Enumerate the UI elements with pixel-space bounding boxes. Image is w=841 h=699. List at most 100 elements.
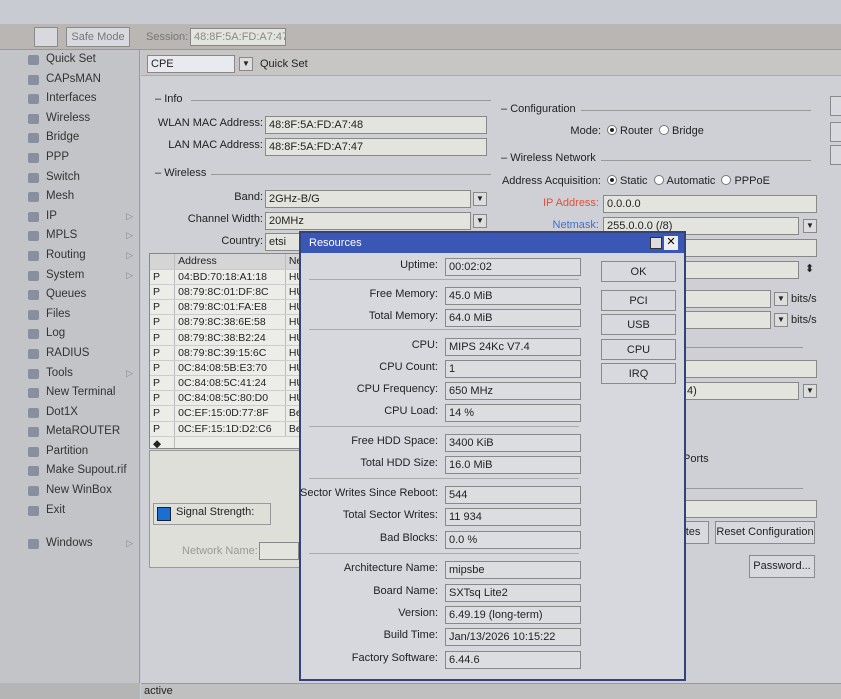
side-button-3[interactable] [830,145,841,165]
table-row[interactable]: P 0C:EF:15:1D:D2:C6 Be [150,421,308,437]
sidebar-item-bridge[interactable]: Bridge [0,128,139,148]
close-icon[interactable]: ✕ [664,236,678,250]
undo-button[interactable] [34,27,58,47]
resources-titlebar[interactable]: Resources ✕ [301,233,684,253]
table-row[interactable]: P 08:79:8C:39:15:6C HU [150,345,308,361]
sidebar-item-switch[interactable]: Switch [0,168,139,188]
sidebar-item-mesh[interactable]: Mesh [0,187,139,207]
sidebar-item-new-terminal[interactable]: New Terminal [0,383,139,403]
lan-mac-field[interactable]: 48:8F:5A:FD:A7:47 [265,138,487,156]
sidebar-item-routing[interactable]: Routing ▷ [0,246,139,266]
table-row[interactable]: P 0C:84:08:5C:80:D0 HU [150,390,308,407]
sidebar-item-quick-set[interactable]: Quick Set [0,50,139,70]
sidebar-item-tools[interactable]: Tools ▷ [0,364,139,384]
table-row[interactable]: P 0C:EF:15:0D:77:8F Be [150,405,308,422]
band-select[interactable]: 2GHz-B/G [265,190,471,208]
resource-value[interactable]: 6.44.6 [445,651,581,669]
ip-address-field[interactable]: 0.0.0.0 [603,195,817,213]
separator [309,426,579,427]
table-row[interactable]: P 08:79:8C:01:DF:8C HU [150,284,308,301]
resource-value[interactable]: 3400 KiB [445,434,581,452]
sidebar-item-metarouter[interactable]: MetaROUTER [0,422,139,442]
resource-value[interactable]: MIPS 24Kc V7.4 [445,338,581,356]
table-cell: 08:79:8C:38:B2:24 [174,329,286,346]
sidebar-item-interfaces[interactable]: Interfaces [0,89,139,109]
acq-pppoe-radio[interactable] [721,175,732,185]
sidebar-item-ip[interactable]: IP ▷ [0,207,139,227]
resource-value[interactable]: 64.0 MiB [445,309,581,327]
channel-width-select[interactable]: 20MHz [265,212,471,230]
sidebar-item-partition[interactable]: Partition [0,442,139,462]
sidebar-item-make-supout-rif[interactable]: Make Supout.rif [0,461,139,481]
table-cell: 04:BD:70:18:A1:18 [174,269,286,285]
bits-unit-2: bits/s [791,314,817,326]
pci-button[interactable]: PCI [601,290,676,311]
usb-button[interactable]: USB [601,314,676,335]
safe-mode-button[interactable]: Safe Mode [66,27,130,47]
dropdown-arrow-icon[interactable]: ▼ [803,219,817,233]
resource-value[interactable]: 11 934 [445,508,581,526]
table-row[interactable]: P 0C:84:08:5B:E3:70 HU [150,360,308,377]
mode-bridge-radio[interactable] [659,125,670,135]
resource-value[interactable]: 650 MHz [445,382,581,400]
dropdown-arrow-icon[interactable]: ▼ [774,313,788,327]
column-address[interactable]: Address [174,254,286,270]
mode-router-radio[interactable] [607,125,617,135]
cpu-button[interactable]: CPU [601,339,676,360]
dropdown-arrow-icon[interactable]: ▼ [473,192,487,206]
resource-value[interactable]: 14 % [445,404,581,422]
dropdown-arrow-icon[interactable]: ▼ [473,214,487,228]
resource-value[interactable]: mipsbe [445,561,581,579]
quickset-mode-select[interactable]: CPE [147,55,235,73]
sidebar-item-ppp[interactable]: PPP [0,148,139,168]
resource-value[interactable]: 00:02:02 [445,258,581,276]
sidebar-item-log[interactable]: Log [0,324,139,344]
table-row[interactable]: P 08:79:8C:38:6E:58 HU [150,314,308,331]
sidebar-item-exit[interactable]: Exit [0,501,139,521]
table-row[interactable]: P 04:BD:70:18:A1:18 HU [150,269,308,285]
spin-updown-icon[interactable]: ⬍ [805,262,814,275]
dropdown-arrow-icon[interactable]: ▼ [803,384,817,398]
acq-static-radio[interactable] [607,175,617,185]
side-button-1[interactable] [830,96,841,116]
table-row[interactable]: P 0C:84:08:5C:41:24 HU [150,375,308,392]
resource-value[interactable]: 0.0 % [445,531,581,549]
acq-automatic-radio[interactable] [653,175,664,185]
resource-value[interactable]: 45.0 MiB [445,287,581,305]
table-cell: 0C:84:08:5C:41:24 [174,375,286,392]
horizontal-scrollbar[interactable]: ◆ [150,436,308,448]
ok-button[interactable]: OK [601,261,676,282]
scroll-left-icon[interactable]: ◆ [150,436,176,448]
sidebar-item-mpls[interactable]: MPLS ▷ [0,226,139,246]
resource-value[interactable]: 6.49.19 (long-term) [445,606,581,624]
sidebar-item-label: Dot1X [46,405,78,418]
network-name-field[interactable] [259,542,299,560]
irq-button[interactable]: IRQ [601,363,676,384]
resource-label: CPU: [411,339,438,351]
table-row[interactable]: P 08:79:8C:01:FA:E8 HU [150,299,308,316]
resource-value[interactable]: 1 [445,360,581,378]
resource-value[interactable]: SXTsq Lite2 [445,584,581,602]
sidebar-item-new-winbox[interactable]: New WinBox [0,481,139,501]
resource-value[interactable]: 16.0 MiB [445,456,581,474]
side-button-2[interactable] [830,122,841,142]
sidebar-item-radius[interactable]: RADIUS [0,344,139,364]
reset-configuration-button[interactable]: Reset Configuration [715,521,815,544]
sidebar-item-dot1x[interactable]: Dot1X [0,403,139,423]
dropdown-arrow-icon[interactable]: ▼ [774,292,788,306]
session-field[interactable]: 48:8F:5A:FD:A7:47 [190,28,286,46]
sidebar-item-files[interactable]: Files [0,305,139,325]
sidebar-item-queues[interactable]: Queues [0,285,139,305]
resource-value[interactable]: Jan/13/2026 10:15:22 [445,628,581,646]
password-button[interactable]: Password... [749,555,815,578]
ports-label: Ports [683,453,709,465]
table-row[interactable]: P 08:79:8C:38:B2:24 HU [150,329,308,346]
sidebar-item-capsman[interactable]: CAPsMAN [0,70,139,90]
sidebar-item-system[interactable]: System ▷ [0,266,139,286]
sidebar-item-wireless[interactable]: Wireless [0,109,139,129]
resource-value[interactable]: 544 [445,486,581,504]
wlan-mac-field[interactable]: 48:8F:5A:FD:A7:48 [265,116,487,134]
sidebar-item-windows[interactable]: Windows ▷ [0,534,139,554]
maximize-icon[interactable] [650,237,662,249]
dropdown-arrow-icon[interactable]: ▼ [239,57,253,71]
